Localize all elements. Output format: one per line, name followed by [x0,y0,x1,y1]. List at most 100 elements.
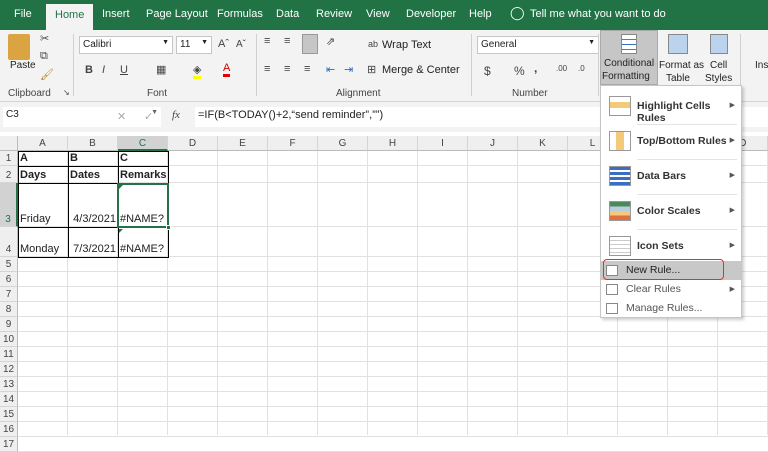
cut-icon[interactable]: ✂ [40,32,49,45]
conditional-formatting-button[interactable]: Conditional Formatting [600,30,658,85]
insert-function-button[interactable]: fx [172,109,180,121]
cell-b3[interactable]: 4/3/2021 [68,212,118,226]
cell-a4[interactable]: Monday [18,242,68,256]
cell-b2[interactable]: Dates [68,168,118,182]
format-as-table-button[interactable]: Format as [659,60,704,71]
row-header-3[interactable]: 3 [0,183,18,227]
increase-font-icon[interactable]: Aˆ [218,38,229,50]
menu-item-color-scales[interactable]: Color Scales ▶ [601,195,741,230]
column-header-e[interactable]: E [218,136,268,151]
tell-me-search[interactable]: Tell me what you want to do [530,8,666,20]
top-align-icon[interactable]: ≡ [264,35,270,47]
select-all-button[interactable] [0,136,18,151]
tab-page-layout[interactable]: Page Layout [146,8,208,20]
decrease-indent-icon[interactable]: ⇤ [326,63,335,76]
menu-item-highlight-cells-rules[interactable]: Highlight Cells Rules ▶ [601,90,741,125]
format-as-table-icon[interactable] [668,34,688,54]
percent-button[interactable]: % [514,64,525,78]
row-header-15[interactable]: 15 [0,407,18,422]
align-right-icon[interactable]: ≡ [304,63,310,75]
column-header-c[interactable]: C [118,136,168,151]
tab-review[interactable]: Review [316,8,352,20]
decrease-font-icon[interactable]: Aˇ [236,39,246,50]
insert-cells-button[interactable]: Ins [755,60,768,71]
menu-item-top-bottom-rules[interactable]: Top/Bottom Rules ▶ [601,125,741,160]
cell-c4[interactable]: #NAME? [118,242,168,256]
increase-indent-icon[interactable]: ⇥ [344,63,353,76]
paste-button[interactable]: Paste [10,60,36,71]
row-header-14[interactable]: 14 [0,392,18,407]
cell-a3[interactable]: Friday [18,212,68,226]
cell-b4[interactable]: 7/3/2021 [68,242,118,256]
italic-button[interactable]: I [102,64,105,76]
column-header-b[interactable]: B [68,136,118,151]
orientation-icon[interactable]: ⇗ [326,35,335,48]
decrease-decimal-icon[interactable]: .0 [578,64,585,73]
font-size-select[interactable]: 11 ▼ [176,36,212,54]
font-color-icon[interactable]: A [223,62,231,77]
row-header-17[interactable]: 17 [0,437,18,452]
tab-data[interactable]: Data [276,8,299,20]
tab-view[interactable]: View [366,8,390,20]
center-icon[interactable]: ≡ [284,63,290,75]
bold-button[interactable]: B [85,64,93,76]
row-header-9[interactable]: 9 [0,317,18,332]
tab-insert[interactable]: Insert [102,8,130,20]
fill-handle[interactable] [166,225,171,230]
cell-b1[interactable]: B [68,151,118,165]
middle-align-icon[interactable]: ≡ [284,35,290,47]
column-header-j[interactable]: J [468,136,518,151]
cell-c2[interactable]: Remarks [118,168,168,182]
selected-cell-c3[interactable] [117,183,169,228]
column-header-k[interactable]: K [518,136,568,151]
comma-button[interactable]: , [534,61,537,75]
column-header-f[interactable]: F [268,136,318,151]
increase-decimal-icon[interactable]: .00 [556,64,567,73]
row-header-1[interactable]: 1 [0,151,18,166]
tab-home[interactable]: Home [46,4,94,30]
menu-item-data-bars[interactable]: Data Bars ▶ [601,160,741,195]
tab-file[interactable]: File [14,8,32,20]
fill-color-icon[interactable]: ◈ [193,63,202,79]
format-painter-icon[interactable]: 🖌 [40,68,54,81]
cell-c1[interactable]: C [118,151,168,165]
align-left-icon[interactable]: ≡ [264,63,270,75]
cancel-icon[interactable]: ✕ [117,110,126,123]
cell-styles-icon[interactable] [710,34,728,54]
row-header-2[interactable]: 2 [0,166,18,183]
number-format-select[interactable]: General ▼ [477,36,599,54]
menu-item-clear-rules[interactable]: Clear Rules ▶ [601,280,741,299]
column-header-h[interactable]: H [368,136,418,151]
column-header-d[interactable]: D [168,136,218,151]
row-header-8[interactable]: 8 [0,302,18,317]
name-box[interactable]: C3 ▼ [3,107,161,127]
tab-formulas[interactable]: Formulas [217,8,263,20]
cell-styles-button[interactable]: Cell [710,60,727,71]
column-header-i[interactable]: I [418,136,468,151]
enter-icon[interactable]: ✓ [144,110,153,123]
row-header-12[interactable]: 12 [0,362,18,377]
menu-item-manage-rules[interactable]: Manage Rules... [601,299,741,318]
paste-icon[interactable] [8,34,30,60]
row-header-7[interactable]: 7 [0,287,18,302]
row-header-4[interactable]: 4 [0,227,18,257]
merge-center-button[interactable]: Merge & Center [382,64,460,76]
borders-icon[interactable]: ▦ [156,63,166,76]
wrap-text-button[interactable]: Wrap Text [382,39,431,51]
row-header-11[interactable]: 11 [0,347,18,362]
tab-developer[interactable]: Developer [406,8,456,20]
cell-a1[interactable]: A [18,151,68,165]
copy-icon[interactable]: ⧉ [40,50,48,63]
currency-button[interactable]: $ [484,64,491,78]
underline-button[interactable]: U [120,64,128,76]
row-header-5[interactable]: 5 [0,257,18,272]
column-header-g[interactable]: G [318,136,368,151]
row-header-13[interactable]: 13 [0,377,18,392]
bottom-align-button[interactable] [302,34,318,54]
column-header-a[interactable]: A [18,136,68,151]
row-header-10[interactable]: 10 [0,332,18,347]
cell-a2[interactable]: Days [18,168,68,182]
dialog-launcher-icon[interactable]: ↘ [63,88,70,97]
tab-help[interactable]: Help [469,8,492,20]
row-header-6[interactable]: 6 [0,272,18,287]
